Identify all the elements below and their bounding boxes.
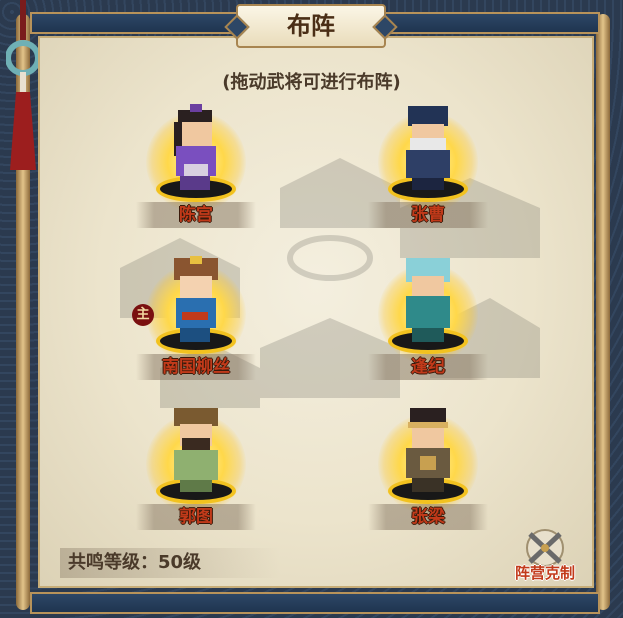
hero-sprite-icon [174, 408, 218, 492]
resonance-level-text: 共鸣等级：50级 [60, 548, 280, 578]
hero-name-label: 张曹 [368, 202, 488, 228]
drag-hint-text: (拖动武将可进行布阵) [222, 72, 401, 93]
hero-slot[interactable]: 张曹 [368, 98, 488, 228]
hero-slot[interactable]: 张梁 [368, 400, 488, 530]
leader-badge: 主 [132, 304, 154, 326]
hero-name-label: 南国柳丝 [136, 354, 256, 380]
faction-counter-button[interactable]: 阵营克制 [510, 528, 580, 584]
hero-slot[interactable]: 郭图 [136, 400, 256, 530]
hero-name-label: 郭图 [136, 504, 256, 530]
hero-name-label: 张梁 [368, 504, 488, 530]
hero-sprite-icon [406, 408, 450, 492]
hero-sprite-icon [406, 106, 450, 190]
formation-panel [38, 36, 594, 588]
hero-sprite-icon [174, 104, 216, 190]
hero-name-label: 陈宫 [136, 202, 256, 228]
hero-name-label: 逢纪 [368, 354, 488, 380]
scroll-bar-bottom [30, 592, 600, 614]
window-frame: 布阵 (拖动武将可进行布阵) 陈宫 张曹 主 南国柳丝 逢纪 郭图 张梁 共鸣等… [0, 0, 623, 618]
hero-slot[interactable]: 逢纪 [368, 250, 488, 380]
faction-counter-label: 阵营克制 [514, 564, 575, 582]
scroll-roller-right [596, 14, 610, 610]
hero-slot[interactable]: 主 南国柳丝 [132, 250, 256, 380]
hero-sprite-icon [174, 256, 218, 342]
page-title: 布阵 [236, 4, 386, 48]
hero-sprite-icon [406, 258, 450, 342]
hero-slot[interactable]: 陈宫 [136, 98, 256, 228]
